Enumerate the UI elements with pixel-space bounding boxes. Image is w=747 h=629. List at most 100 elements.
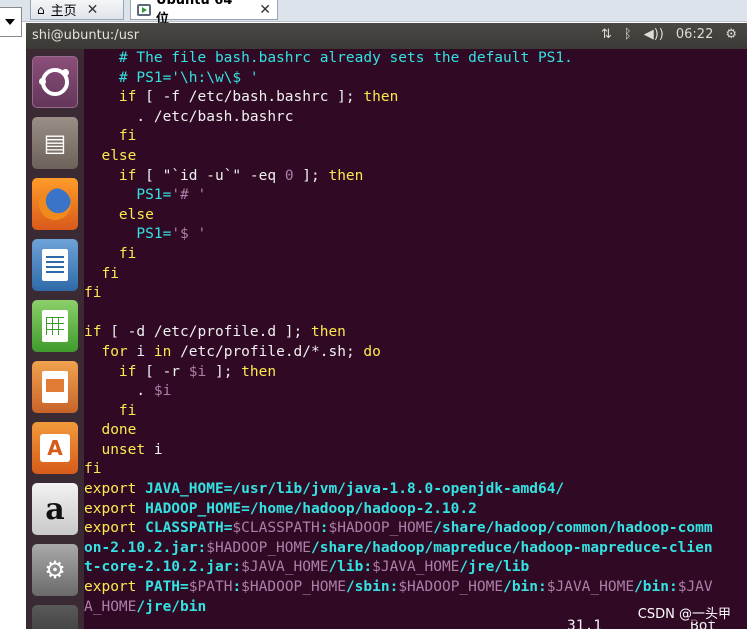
network-icon[interactable]: ⇅ (601, 27, 612, 42)
terminal-token: fi (118, 245, 137, 262)
tab-ubuntu-vm[interactable]: Ubuntu 64 位 ✕ (130, 0, 278, 27)
terminal-line: export JAVA_HOME=/usr/lib/jvm/java-1.8.0… (84, 480, 747, 500)
terminal-token: ]; (206, 363, 242, 380)
chevron-down-icon (5, 19, 15, 25)
terminal-token: /sbin: (345, 579, 399, 596)
terminal-line: # The file bash.bashrc already sets the … (84, 49, 747, 69)
terminal-view[interactable]: # The file bash.bashrc already sets the … (84, 49, 747, 629)
terminal-token: then (310, 324, 346, 341)
software-center-button[interactable]: A (32, 422, 78, 474)
terminal-line: PS1='# ' (84, 186, 747, 206)
system-settings-button[interactable]: ⚙ (32, 544, 78, 596)
watermark: CSDN @一头甲 (635, 603, 733, 622)
terminal-line: if [ -f /etc/bash.bashrc ]; then (84, 88, 747, 108)
ubuntu-top-panel: shi@ubuntu:/usr ⇅ ᛒ ◀)) 06:22 ⚙ (26, 23, 747, 49)
terminal-token: $HADOOP_HOME (206, 539, 311, 556)
terminal-token: i (127, 343, 154, 360)
terminal-token: $JAVA_HOME (372, 559, 460, 576)
terminal-token: export (84, 520, 137, 537)
terminal-token: [ " (136, 167, 172, 184)
impress-button[interactable] (32, 361, 78, 413)
files-button[interactable]: ▤ (32, 117, 78, 169)
unity-launcher: ▤ A a ⚙ >_ (26, 49, 84, 629)
terminal-token: fi (118, 128, 137, 145)
terminal-token: '$ ' (171, 226, 207, 243)
terminal-line: for i in /etc/profile.d/*.sh; do (84, 343, 747, 363)
terminal-token: /jre/lib (459, 559, 530, 576)
terminal-token: /jre/bin (136, 598, 207, 615)
screen: ⌂ 主页 ✕ Ubuntu 64 位 ✕ shi@ubuntu:/usr ⇅ ᛒ… (0, 0, 747, 629)
terminal-line: t-core-2.10.2.jar:$JAVA_HOME/lib:$JAVA_H… (84, 558, 747, 578)
vm-icon (137, 3, 151, 16)
terminal-button[interactable]: >_ (32, 605, 78, 629)
terminal-line: if [ -r $i ]; then (84, 363, 747, 383)
terminal-line: fi (84, 460, 747, 480)
terminal-token: export (84, 579, 137, 596)
terminal-token: /bin: (634, 579, 678, 596)
terminal-token: i (145, 441, 163, 458)
terminal-token: $JAV (677, 579, 713, 596)
terminal-line: fi (84, 402, 747, 422)
terminal-token: /lib: (328, 559, 373, 576)
host-dropdown[interactable] (0, 7, 22, 37)
terminal-token: CLASSPATH= (136, 520, 233, 537)
terminal-line: unset i (84, 441, 747, 461)
terminal-token: then (241, 363, 277, 380)
terminal-token: ]; (293, 167, 329, 184)
terminal-token: $HADOOP_HOME (398, 579, 504, 596)
bluetooth-icon[interactable]: ᛒ (624, 27, 632, 42)
terminal-text: # The file bash.bashrc already sets the … (84, 49, 747, 617)
terminal-line: . $i (84, 382, 747, 402)
clock[interactable]: 06:22 (676, 27, 713, 42)
writer-button[interactable] (32, 239, 78, 291)
terminal-token: PS1= (136, 226, 172, 243)
close-icon[interactable]: ✕ (87, 2, 99, 18)
terminal-token: HADOOP_HOME=/home/hadoop/hadoop-2.10.2 (136, 500, 477, 517)
terminal-token: . (84, 383, 154, 400)
terminal-token: then (328, 167, 364, 184)
volume-icon[interactable]: ◀)) (644, 27, 664, 42)
terminal-token: fi (101, 265, 119, 282)
terminal-line: else (84, 147, 747, 167)
terminal-line: else (84, 206, 747, 226)
firefox-button[interactable] (32, 178, 78, 230)
terminal-line: done (84, 421, 747, 441)
terminal-token: if (118, 363, 137, 380)
terminal-line: fi (84, 265, 747, 285)
terminal-token: $JAVA_HOME (241, 559, 329, 576)
terminal-token: fi (84, 461, 102, 478)
terminal-line: fi (84, 127, 747, 147)
gear-icon[interactable]: ⚙ (725, 27, 737, 42)
calc-button[interactable] (32, 300, 78, 352)
close-icon[interactable]: ✕ (259, 2, 271, 18)
amazon-button[interactable]: a (32, 483, 78, 535)
dash-button[interactable] (32, 56, 78, 108)
terminal-token: 0 (284, 167, 294, 184)
terminal-token: $PATH (188, 579, 233, 596)
terminal-line: export PATH=$PATH:$HADOOP_HOME/sbin:$HAD… (84, 578, 747, 598)
terminal-token: $HADOOP_HOME (241, 579, 346, 596)
tab-home[interactable]: ⌂ 主页 ✕ (30, 0, 124, 20)
terminal-line: PS1='$ ' (84, 225, 747, 245)
terminal-token: A_HOME (84, 598, 137, 615)
terminal-line: if [ -d /etc/profile.d ]; then (84, 323, 747, 343)
terminal-token: /bin: (503, 579, 547, 596)
tab-home-label: 主页 (50, 4, 77, 19)
terminal-token: export (84, 481, 137, 498)
terminal-token: if (84, 324, 102, 341)
terminal-token: PATH= (136, 579, 189, 596)
terminal-token: t-core-2.10.2.jar: (84, 559, 242, 576)
terminal-line: # PS1='\h:\w\$ ' (84, 69, 747, 89)
writer-document-icon (42, 249, 68, 281)
window-edge (738, 49, 747, 629)
terminal-token: # The file bash.bashrc already sets the … (118, 50, 573, 66)
